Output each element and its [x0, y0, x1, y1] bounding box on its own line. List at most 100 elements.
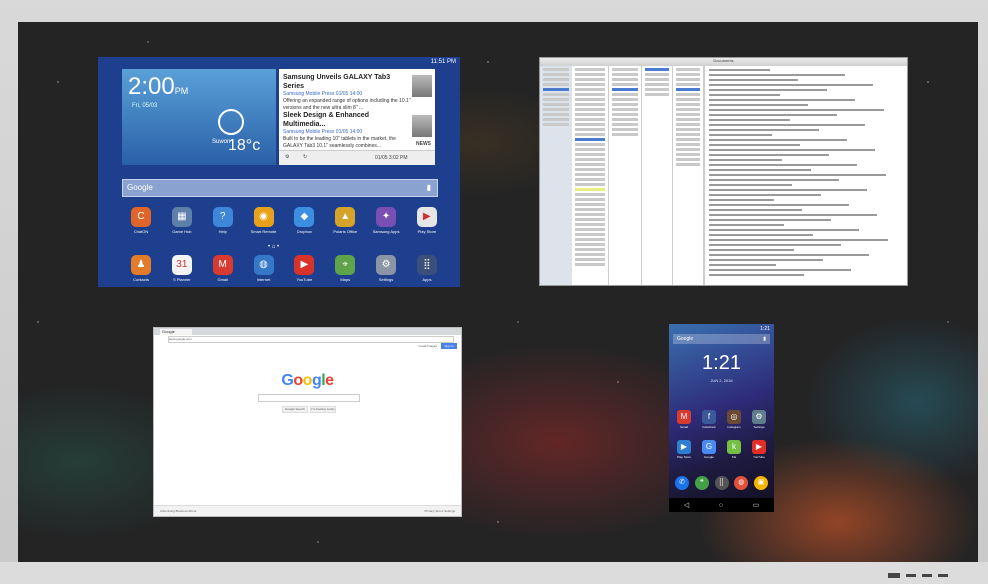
- google-search-input[interactable]: [258, 394, 360, 402]
- app-internet[interactable]: ◍ Internet: [247, 255, 281, 282]
- smart-remote-icon: ◉: [253, 207, 274, 227]
- app-play-store[interactable]: ▶ Play Store: [410, 207, 444, 234]
- text-line: [676, 153, 700, 156]
- home-icon[interactable]: ○: [719, 502, 723, 509]
- app-settings[interactable]: ⚙ Settings: [369, 255, 403, 282]
- text-line: [709, 249, 795, 251]
- address-bar[interactable]: www.google.com: [168, 336, 454, 343]
- text-line: [543, 93, 569, 96]
- text-line: [612, 118, 638, 121]
- text-line: [676, 128, 700, 131]
- top-links[interactable]: Gmail Images: [418, 344, 437, 348]
- news-thumbnail: [412, 115, 432, 137]
- app-polaris-office[interactable]: ▲ Polaris Office: [328, 207, 362, 234]
- text-line: [612, 113, 638, 116]
- app-dropbox[interactable]: ◆ Dropbox: [287, 207, 321, 234]
- phone-window[interactable]: 1:21 Google ▮ 1:21 JUN 2, 2016 M Gmail f Fa…: [669, 324, 774, 512]
- phone-search-bar[interactable]: Google ▮: [673, 334, 770, 344]
- microphone-icon[interactable]: ▮: [763, 336, 766, 342]
- google-logo: Google: [154, 372, 461, 390]
- text-line: [575, 183, 605, 186]
- app-game-hub[interactable]: ▦ Game Hub: [165, 207, 199, 234]
- app-apps[interactable]: ⣿ Apps: [410, 255, 444, 282]
- app-label: Dropbox: [296, 229, 312, 234]
- footer-left-links[interactable]: Advertising Business About: [160, 509, 196, 513]
- text-line: [645, 93, 669, 96]
- footer-right-links[interactable]: Privacy Terms Settings: [425, 509, 455, 513]
- finder-column[interactable]: [572, 66, 609, 285]
- text-line: [575, 228, 605, 231]
- app-label: Samsung Apps: [372, 229, 400, 234]
- weather-widget[interactable]: 2:00PM Fri, 05/03 Suwon 18°c: [122, 69, 276, 165]
- finder-column[interactable]: [673, 66, 704, 285]
- news-item[interactable]: Samsung Unveils GALAXY Tab3 Series Samsu…: [283, 73, 411, 112]
- finder-column[interactable]: [642, 66, 673, 285]
- app-google[interactable]: G Google: [698, 440, 720, 459]
- app-maps[interactable]: ⌖ Maps: [328, 255, 362, 282]
- dock-icon[interactable]: ◍: [734, 476, 749, 490]
- youtube-icon: ▶: [752, 440, 766, 454]
- app-kik[interactable]: k Kik: [723, 440, 745, 459]
- text-line: [575, 178, 605, 181]
- text-line: [575, 233, 605, 236]
- app-help[interactable]: ? Help: [206, 207, 240, 234]
- app-play-store[interactable]: ▶ Play Store: [673, 440, 695, 459]
- code-editor[interactable]: [704, 66, 907, 285]
- dock-icon[interactable]: ❝: [694, 476, 709, 490]
- app-chaton[interactable]: C ChatON: [124, 207, 158, 234]
- browser-window[interactable]: Google www.google.com Gmail Images Sign …: [153, 327, 462, 517]
- sun-icon: [218, 109, 244, 135]
- dock-icon[interactable]: ▣: [754, 476, 768, 490]
- lucky-button[interactable]: I'm Feeling Lucky: [310, 406, 336, 413]
- gmail-icon: M: [677, 410, 691, 424]
- polaris-office-icon: ▲: [335, 207, 356, 227]
- app-gmail[interactable]: M Gmail: [673, 410, 695, 429]
- sign-in-button[interactable]: Sign in: [441, 343, 457, 349]
- text-line: [575, 208, 605, 211]
- finder-sidebar[interactable]: [540, 66, 572, 285]
- refresh-icon[interactable]: ↻: [303, 154, 307, 160]
- app-smart-remote[interactable]: ◉ Smart Remote: [247, 207, 281, 234]
- dock-icon[interactable]: ✆: [675, 476, 689, 490]
- app-gmail[interactable]: M Gmail: [206, 255, 240, 282]
- text-line: [575, 138, 605, 141]
- text-line: [709, 149, 876, 151]
- text-line: [676, 93, 700, 96]
- app-samsung-apps[interactable]: ✦ Samsung Apps: [369, 207, 403, 234]
- app-facebook[interactable]: f Facebook: [698, 410, 720, 429]
- text-line: [709, 259, 823, 261]
- dock-icon[interactable]: ⣿: [714, 476, 729, 490]
- finder-column[interactable]: [609, 66, 642, 285]
- app-contacts[interactable]: ♟ Contacts: [124, 255, 158, 282]
- text-line: [612, 83, 638, 86]
- news-widget[interactable]: Samsung Unveils GALAXY Tab3 Series Samsu…: [279, 69, 435, 165]
- app-youtube[interactable]: ▶ YouTube: [287, 255, 321, 282]
- back-icon[interactable]: ◁: [684, 501, 689, 509]
- app-settings[interactable]: ⚙ Settings: [748, 410, 770, 429]
- app-youtube[interactable]: ▶ YouTube: [748, 440, 770, 459]
- instagram-icon: ◎: [727, 410, 741, 424]
- tablet-clock: 2:00PM: [128, 73, 189, 100]
- text-line: [676, 143, 700, 146]
- text-line: [575, 153, 605, 156]
- text-line: [709, 184, 793, 186]
- text-line: [676, 148, 700, 151]
- microphone-icon[interactable]: ▮: [427, 183, 431, 192]
- game-hub-icon: ▦: [171, 207, 192, 227]
- browser-tab[interactable]: Google: [160, 329, 192, 335]
- phone-app-row: ▶ Play Store G Google k Kik ▶ YouTube: [673, 440, 770, 459]
- text-line: [676, 163, 700, 166]
- text-line: [709, 274, 805, 276]
- tablet-search-bar[interactable]: Google ▮: [122, 179, 438, 197]
- app-instagram[interactable]: ◎ Instagram: [723, 410, 745, 429]
- app-label: Play Store: [677, 455, 691, 459]
- recents-icon[interactable]: ▭: [753, 501, 760, 509]
- text-line: [543, 98, 569, 101]
- tablet-window[interactable]: 11:51 PM 2:00PM Fri, 05/03 Suwon 18°c Sa…: [98, 57, 460, 287]
- desktop-window[interactable]: Documents: [539, 57, 908, 286]
- app-s-planner[interactable]: 31 S Planner: [165, 255, 199, 282]
- app-label: Maps: [340, 277, 351, 282]
- gear-icon[interactable]: ⚙: [285, 154, 289, 160]
- news-item[interactable]: Sleek Design & Enhanced Multimedia... Sa…: [283, 111, 411, 150]
- google-search-button[interactable]: Google Search: [282, 406, 308, 413]
